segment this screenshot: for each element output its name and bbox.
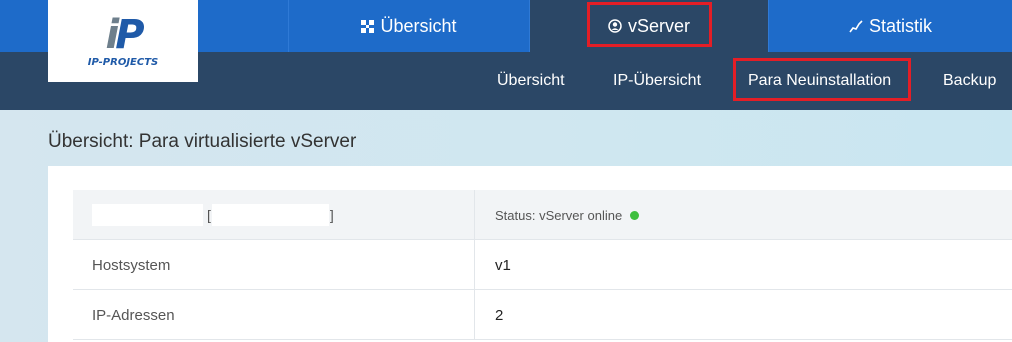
row-label: Hostsystem (73, 240, 475, 290)
subnav-uebersicht[interactable]: Übersicht (497, 52, 565, 110)
logo[interactable]: iP IP-PROJECTS (48, 0, 198, 82)
tab-uebersicht-label: Übersicht (380, 15, 457, 36)
tab-statistik-label: Statistik (868, 15, 933, 36)
row-value: 2 (495, 306, 504, 324)
status-cell: Status: vServer online (475, 190, 1012, 240)
server-name-cell: [ ] (73, 190, 475, 240)
status-online-indicator (630, 210, 640, 220)
subnav-backup[interactable]: Backup (943, 52, 996, 110)
subnav-ip-uebersicht[interactable]: IP-Übersicht (613, 52, 701, 110)
grid-icon (361, 19, 375, 33)
row-label: IP-Adressen (73, 290, 475, 340)
table-header-row: [ ] Status: vServer online (73, 190, 1012, 240)
highlight-para-neuinstallation (733, 58, 911, 101)
close-bracket: ] (329, 207, 334, 223)
table-row: Hostsystem v1 (73, 240, 1012, 290)
table-row: IP-Adressen 2 (73, 290, 1012, 340)
tab-uebersicht[interactable]: Übersicht (288, 0, 529, 52)
status-text: Status: vServer online (495, 207, 623, 223)
row-value: v1 (495, 256, 511, 274)
redacted-server-id (211, 204, 329, 226)
open-bracket: [ (207, 207, 211, 223)
highlight-vserver (587, 2, 712, 47)
tab-statistik[interactable]: Statistik (768, 0, 1012, 52)
logo-mark: iP (105, 11, 144, 58)
redacted-server-name (92, 204, 203, 226)
logo-text: IP-PROJECTS (87, 56, 159, 68)
page-title: Übersicht: Para virtualisierte vServer (48, 131, 357, 152)
line-chart-icon (849, 19, 863, 33)
